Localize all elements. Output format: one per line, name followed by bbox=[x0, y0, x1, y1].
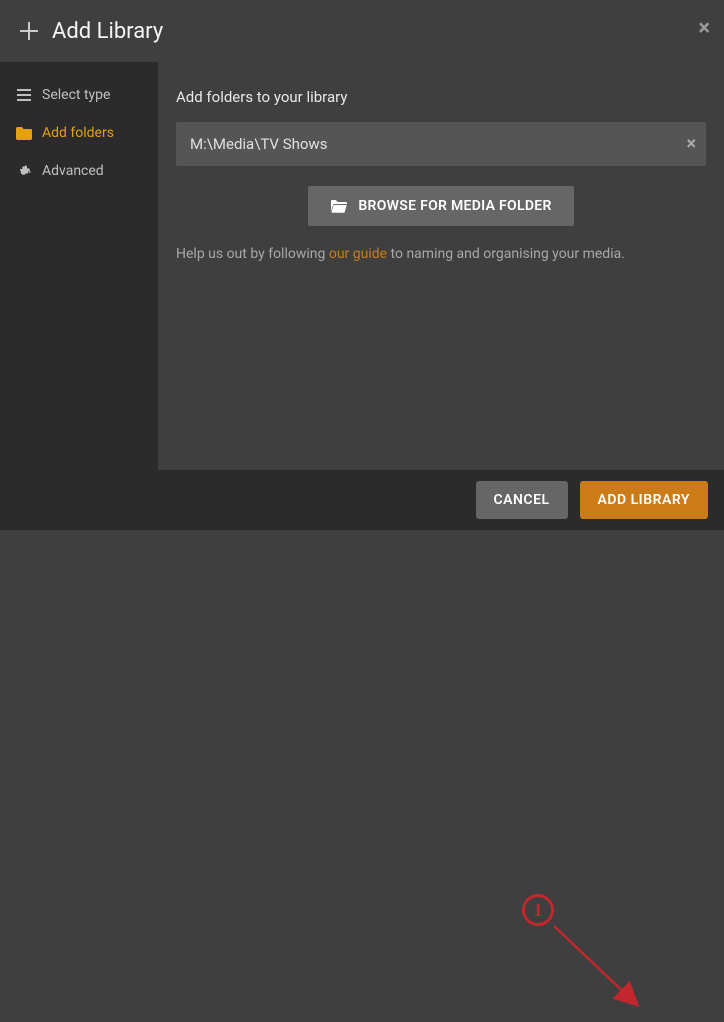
close-icon[interactable]: × bbox=[698, 16, 710, 41]
cancel-button[interactable]: CANCEL bbox=[476, 481, 568, 519]
remove-folder-icon[interactable]: × bbox=[686, 134, 696, 155]
gear-icon bbox=[16, 164, 32, 178]
browse-wrap: BROWSE FOR MEDIA FOLDER bbox=[176, 186, 706, 226]
browse-button-label: BROWSE FOR MEDIA FOLDER bbox=[358, 198, 551, 214]
list-icon bbox=[16, 89, 32, 101]
folder-open-icon bbox=[330, 199, 348, 213]
sidebar-item-select-type[interactable]: Select type bbox=[0, 76, 158, 114]
content-panel: Add folders to your library M:\Media\TV … bbox=[158, 62, 724, 470]
sidebar-item-advanced[interactable]: Advanced bbox=[0, 152, 158, 190]
sidebar-item-label: Advanced bbox=[42, 163, 104, 179]
sidebar: Select type Add folders Advanced bbox=[0, 62, 158, 470]
help-text: Help us out by following our guide to na… bbox=[176, 246, 706, 262]
dialog-footer: CANCEL ADD LIBRARY bbox=[0, 470, 724, 530]
annotation-arrow-icon bbox=[540, 912, 650, 1022]
dialog-body: Select type Add folders Advanced Add fol… bbox=[0, 62, 724, 470]
folder-path-row: M:\Media\TV Shows × bbox=[176, 122, 706, 166]
browse-media-folder-button[interactable]: BROWSE FOR MEDIA FOLDER bbox=[308, 186, 573, 226]
instruction-text: Add folders to your library bbox=[176, 88, 706, 106]
sidebar-item-label: Add folders bbox=[42, 125, 114, 141]
help-suffix: to naming and organising your media. bbox=[387, 246, 625, 262]
folder-path-value: M:\Media\TV Shows bbox=[190, 135, 327, 153]
sidebar-item-label: Select type bbox=[42, 87, 110, 103]
dialog-title: Add Library bbox=[52, 19, 163, 44]
add-library-button[interactable]: ADD LIBRARY bbox=[580, 481, 708, 519]
annotation-step-1: 1 bbox=[522, 894, 554, 926]
sidebar-item-add-folders[interactable]: Add folders bbox=[0, 114, 158, 152]
help-prefix: Help us out by following bbox=[176, 246, 329, 262]
guide-link[interactable]: our guide bbox=[329, 246, 387, 262]
folder-icon bbox=[16, 127, 32, 140]
dialog-header: Add Library × bbox=[0, 0, 724, 62]
plus-icon bbox=[16, 18, 42, 44]
